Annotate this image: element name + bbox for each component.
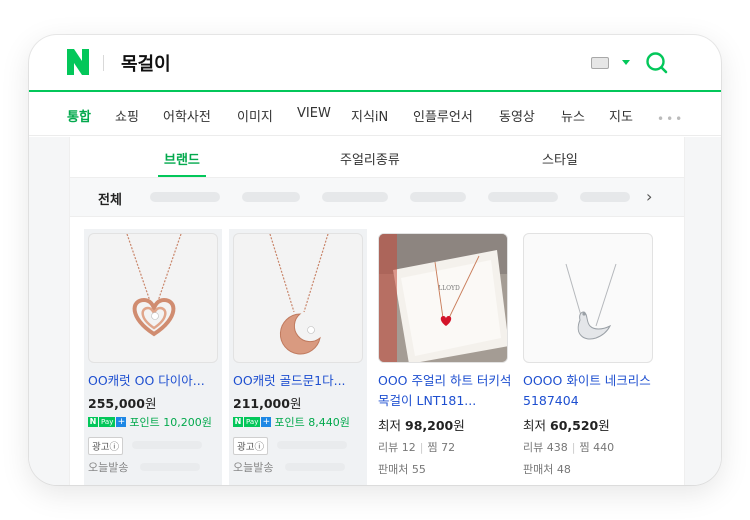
search-icon[interactable] — [644, 50, 670, 76]
review-stats: 리뷰 12 | 찜 72 — [378, 441, 456, 454]
active-subtab-indicator — [158, 175, 206, 177]
tab-news[interactable]: 뉴스 — [561, 106, 585, 125]
tab-integrated[interactable]: 통합 — [67, 106, 91, 125]
product-image-red-heart-box[interactable]: LLOYD — [378, 233, 508, 363]
filter-chip[interactable] — [580, 192, 630, 202]
tab-shopping[interactable]: 쇼핑 — [115, 106, 139, 125]
shipping-info: 오늘발송 — [233, 461, 274, 474]
price-unit: 원 — [453, 418, 465, 433]
tab-video[interactable]: 동영상 — [499, 106, 535, 125]
tab-influencer[interactable]: 인플루언서 — [413, 106, 473, 125]
subtab-jewelry-type[interactable]: 주얼리종류 — [340, 149, 400, 168]
ad-badge[interactable]: 광고ⓘ — [88, 437, 123, 455]
product-image-rose-gold-heart[interactable] — [88, 233, 218, 363]
tab-map[interactable]: 지도 — [609, 106, 633, 125]
wishlist-count: 찜 440 — [579, 441, 615, 454]
blurred-text — [277, 441, 347, 449]
product-price: 최저 60,520원 — [523, 415, 610, 434]
filter-subtabs: 브랜드 주얼리종류 스타일 — [70, 137, 684, 178]
product-title[interactable]: OOOO 화이트 네크리스 5187404 — [523, 371, 657, 411]
divider — [103, 55, 104, 71]
category-tabs: 통합 쇼핑 어학사전 이미지 VIEW 지식iN 인플루언서 동영상 뉴스 지도… — [29, 92, 721, 136]
review-stats: 리뷰 438 | 찜 440 — [523, 441, 615, 454]
plus-icon: + — [261, 417, 272, 427]
npay-n-icon: N — [88, 417, 98, 427]
plus-icon: + — [116, 417, 127, 427]
naver-logo-icon[interactable] — [67, 49, 89, 75]
price-prefix: 최저 — [523, 418, 547, 433]
review-count[interactable]: 리뷰 438 — [523, 441, 568, 454]
tab-images[interactable]: 이미지 — [237, 106, 273, 125]
blurred-text — [140, 463, 200, 471]
wishlist-count: 찜 72 — [427, 441, 456, 454]
product-price: 255,000원 — [88, 393, 156, 412]
npay-n-icon: N — [233, 417, 243, 427]
blurred-text — [132, 441, 202, 449]
filter-chip[interactable] — [150, 192, 220, 202]
subtab-style[interactable]: 스타일 — [542, 149, 578, 168]
npay-badge: Pay — [99, 417, 116, 427]
background-right — [684, 137, 721, 485]
product-title[interactable]: OO캐럿 OO 다이아... — [88, 371, 222, 391]
shopping-panel: 브랜드 주얼리종류 스타일 전체 › OO캐럿 OO 다이아... 255,00… — [69, 137, 685, 485]
npay-point: N Pay + 포인트 10,200원 — [88, 415, 212, 429]
product-image-silver-swan[interactable] — [523, 233, 653, 363]
npay-badge: Pay — [244, 417, 261, 427]
price-prefix: 최저 — [378, 418, 402, 433]
point-text: 포인트 10,200원 — [129, 416, 212, 429]
filter-chip[interactable] — [322, 192, 388, 202]
svg-text:LLOYD: LLOYD — [438, 285, 460, 292]
shipping-info: 오늘발송 — [88, 461, 129, 474]
product-price: 최저 98,200원 — [378, 415, 465, 434]
subtab-brand[interactable]: 브랜드 — [164, 149, 200, 168]
product-card[interactable]: OOOO 화이트 네크리스 5187404 최저 60,520원 리뷰 438 |… — [519, 229, 657, 485]
chevron-down-icon[interactable] — [622, 60, 630, 65]
filter-chip[interactable] — [242, 192, 300, 202]
search-input[interactable]: 목걸이 — [121, 50, 171, 76]
more-tabs-icon[interactable]: ••• — [657, 112, 684, 126]
product-card[interactable]: OO캐럿 OO 다이아... 255,000원 N Pay + 포인트 10,200원… — [84, 229, 222, 485]
price-unit: 원 — [289, 396, 302, 411]
tab-knowledge-in[interactable]: 지식iN — [351, 106, 388, 125]
npay-point: N Pay + 포인트 8,440원 — [233, 415, 350, 429]
price-value: 60,520 — [550, 418, 599, 433]
background-left — [29, 137, 69, 485]
price-value: 98,200 — [405, 418, 454, 433]
product-image-rose-gold-moon[interactable] — [233, 233, 363, 363]
keyboard-icon[interactable] — [591, 57, 609, 69]
review-count[interactable]: 리뷰 12 — [378, 441, 416, 454]
tab-dictionary[interactable]: 어학사전 — [163, 106, 211, 125]
tab-view[interactable]: VIEW — [297, 106, 331, 121]
chevron-right-icon[interactable]: › — [646, 187, 652, 206]
product-title[interactable]: OO캐럿 골드문1다... — [233, 371, 367, 391]
product-price: 211,000원 — [233, 393, 301, 412]
seller-count[interactable]: 판매처 55 — [378, 461, 426, 477]
product-card[interactable]: OO캐럿 골드문1다... 211,000원 N Pay + 포인트 8,440원 광… — [229, 229, 367, 485]
product-card[interactable]: LLOYD OOO 주얼리 하트 터키석 목걸이 LNT181... 최저 98… — [374, 229, 512, 485]
price-value: 255,000 — [88, 396, 145, 411]
price-unit: 원 — [598, 418, 610, 433]
price-value: 211,000 — [233, 396, 290, 411]
seller-count[interactable]: 판매처 48 — [523, 461, 571, 477]
filter-chip[interactable] — [488, 192, 558, 202]
ad-badge[interactable]: 광고ⓘ — [233, 437, 268, 455]
search-header: 목걸이 — [29, 35, 721, 91]
filter-chip-bar: 전체 › — [70, 178, 684, 217]
filter-chip[interactable] — [410, 192, 466, 202]
blurred-text — [285, 463, 345, 471]
filter-all-chip[interactable]: 전체 — [98, 189, 122, 208]
point-text: 포인트 8,440원 — [274, 416, 350, 429]
product-title[interactable]: OOO 주얼리 하트 터키석 목걸이 LNT181... — [378, 371, 512, 411]
search-results-screen: 목걸이 통합 쇼핑 어학사전 이미지 VIEW 지식iN 인플루언서 동영상 뉴… — [29, 35, 721, 485]
price-unit: 원 — [144, 396, 157, 411]
